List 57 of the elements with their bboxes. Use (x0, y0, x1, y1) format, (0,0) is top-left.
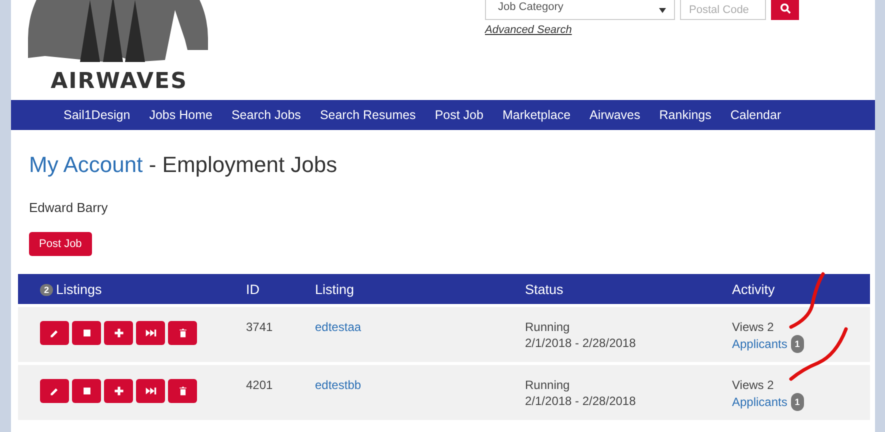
pencil-button[interactable] (40, 379, 69, 403)
applicant-count-badge: 1 (790, 393, 804, 411)
applicants-link[interactable]: Applicants (732, 395, 788, 409)
job-category-dropdown[interactable]: Job Category (485, 0, 675, 20)
nav-link[interactable]: Sail1Design (54, 108, 140, 122)
nav-link[interactable]: Jobs Home (140, 108, 222, 122)
nav-link[interactable]: Rankings (650, 108, 721, 122)
trash-button[interactable] (168, 321, 197, 345)
column-header: Status (525, 282, 564, 296)
search-button[interactable] (771, 0, 799, 20)
views-count: Views 2 (732, 319, 775, 335)
nav-link[interactable]: Search Resumes (310, 108, 426, 122)
caret-icon (659, 8, 666, 13)
stop-button[interactable] (72, 379, 101, 403)
user-name: Edward Barry (29, 200, 108, 215)
applicants-link[interactable]: Applicants (732, 337, 788, 351)
date-range: 2/1/2018 - 2/28/2018 (525, 393, 637, 409)
postal-code-field[interactable]: Postal Code (680, 0, 766, 20)
my-account-link[interactable]: My Account (29, 152, 143, 177)
post-job-button[interactable]: Post Job (29, 232, 92, 256)
search-icon (780, 3, 790, 14)
nav-link[interactable]: Search Jobs (222, 108, 310, 122)
advanced-search-link[interactable]: Advanced Search (485, 24, 572, 36)
id-cell: 4201 (246, 378, 273, 392)
plus-icon (112, 327, 124, 339)
pencil-button[interactable] (40, 321, 69, 345)
trash-icon (176, 327, 188, 339)
nav-link[interactable]: Post Job (425, 108, 493, 122)
applicant-count-badge: 1 (790, 335, 804, 353)
column-header: Activity (732, 282, 775, 296)
plus-button[interactable] (104, 379, 133, 403)
status-text: Running (525, 377, 571, 393)
listing-link[interactable]: edtestaa (315, 320, 362, 334)
status-text: Running (525, 319, 571, 335)
nav-link[interactable]: Calendar (720, 108, 791, 122)
id-cell: 3741 (246, 320, 273, 334)
fast-forward-button[interactable] (136, 321, 165, 345)
trash-button[interactable] (168, 379, 197, 403)
fast-forward-icon (144, 327, 156, 339)
stop-button[interactable] (72, 321, 101, 345)
plus-button[interactable] (104, 321, 133, 345)
stop-icon (80, 327, 92, 339)
listing-link[interactable]: edtestbb (315, 378, 362, 392)
column-header: ID (246, 282, 260, 296)
fast-forward-button[interactable] (136, 379, 165, 403)
nav-link[interactable]: Airwaves (580, 108, 650, 122)
stop-icon (80, 385, 92, 397)
column-header: Listing (315, 282, 354, 296)
listing-count-badge: 2 (40, 284, 54, 296)
trash-icon (176, 385, 188, 397)
page-title: My Account - Employment Jobs (29, 152, 338, 178)
date-range: 2/1/2018 - 2/28/2018 (525, 335, 637, 351)
nav-link[interactable]: Marketplace (492, 108, 580, 122)
fast-forward-icon (144, 385, 156, 397)
views-count: Views 2 (732, 377, 775, 393)
plus-icon (112, 385, 124, 397)
column-header: Listings (56, 282, 102, 296)
